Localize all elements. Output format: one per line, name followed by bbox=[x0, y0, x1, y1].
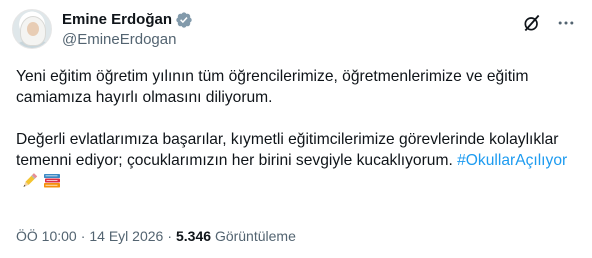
meta-separator: · bbox=[80, 228, 86, 244]
header-actions bbox=[518, 11, 580, 39]
avatar-face bbox=[27, 22, 39, 36]
meta-separator: · bbox=[167, 228, 172, 244]
tweet-date[interactable]: 14 Eyl 2026 bbox=[89, 228, 163, 244]
tweet-paragraph-2: Değerli evlatlarımıza başarılar, kıymetl… bbox=[16, 129, 578, 197]
tweet-card: Emine Erdoğan @EmineErdogan Yeni eğitim … bbox=[0, 0, 592, 258]
more-options-icon bbox=[556, 13, 576, 38]
tweet-time[interactable]: ÖÖ 10:00 bbox=[16, 228, 77, 244]
author-handle[interactable]: @EmineErdogan bbox=[62, 30, 193, 50]
author-names: Emine Erdoğan @EmineErdogan bbox=[62, 10, 193, 50]
tweet-header: Emine Erdoğan @EmineErdogan bbox=[12, 9, 580, 53]
display-name-row: Emine Erdoğan bbox=[62, 10, 193, 30]
views-label: Görüntüleme bbox=[214, 228, 296, 244]
grok-button[interactable] bbox=[518, 11, 546, 39]
pencil-emoji bbox=[19, 171, 39, 197]
tweet-text: Yeni eğitim öğretim yılının tüm öğrencil… bbox=[16, 66, 578, 197]
tweet-meta: ÖÖ 10:00 · 14 Eyl 2026 · 5.346 Görüntüleme bbox=[16, 226, 296, 246]
views-count: 5.346 bbox=[176, 228, 212, 244]
grok-icon bbox=[522, 13, 542, 38]
verified-badge-icon[interactable] bbox=[175, 11, 193, 29]
hashtag-link[interactable]: #OkullarAçılıyor bbox=[457, 152, 567, 169]
more-options-button[interactable] bbox=[552, 11, 580, 39]
tweet-paragraph-1: Yeni eğitim öğretim yılının tüm öğrencil… bbox=[16, 68, 529, 106]
author-display-name[interactable]: Emine Erdoğan bbox=[62, 10, 172, 30]
books-emoji bbox=[42, 171, 62, 197]
avatar[interactable] bbox=[12, 9, 52, 49]
